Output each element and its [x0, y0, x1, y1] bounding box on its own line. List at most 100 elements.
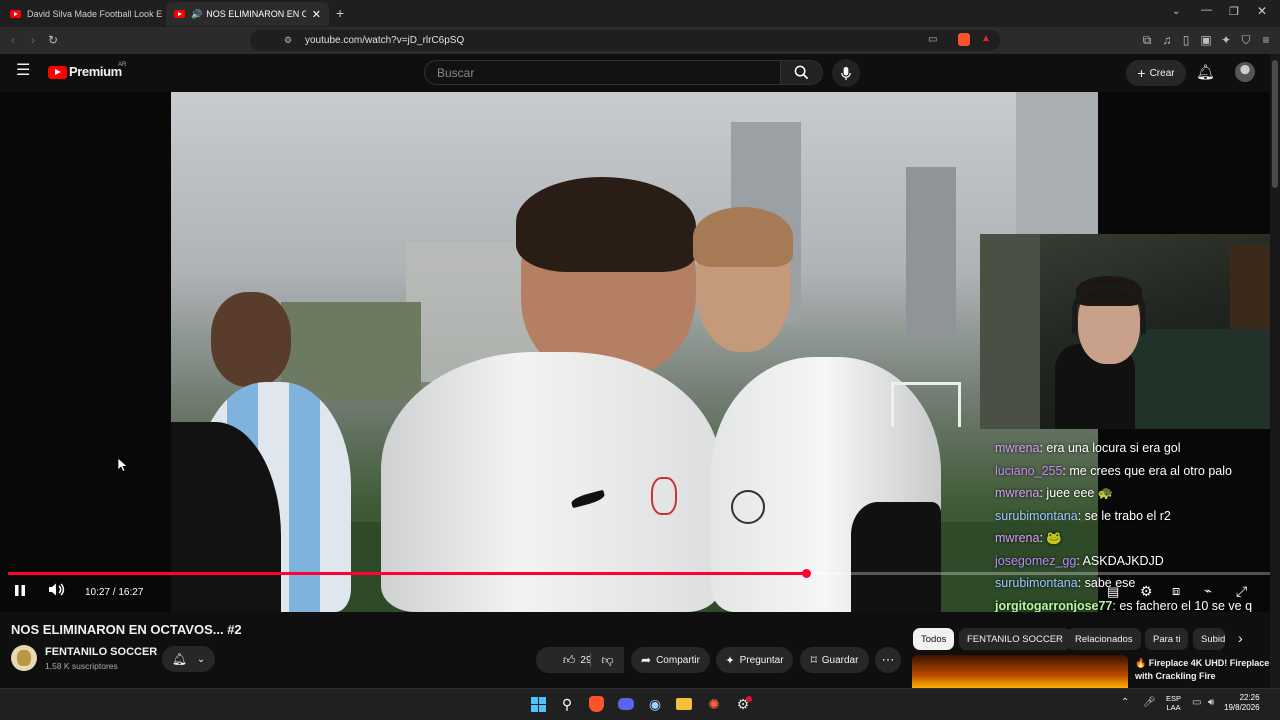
- forward-icon[interactable]: ›: [24, 27, 42, 54]
- steam-icon[interactable]: ◉: [645, 694, 665, 714]
- scrubber-handle[interactable]: [801, 569, 811, 578]
- chat-text: : se le trabo el r2: [1077, 508, 1171, 523]
- share-button[interactable]: ➦ Compartir: [631, 647, 710, 673]
- ask-label: Preguntar: [739, 654, 784, 666]
- chevron-right-icon[interactable]: ›: [1238, 630, 1243, 646]
- close-window-button[interactable]: ✕: [1257, 4, 1267, 18]
- brave-rewards-icon[interactable]: ▲: [981, 33, 991, 44]
- close-tab-icon[interactable]: ✕: [312, 8, 321, 21]
- brave-logo: [588, 696, 604, 712]
- tab-title: David Silva Made Football Look Easy: [27, 9, 162, 19]
- save-button[interactable]: ⌑ Guardar: [800, 647, 869, 673]
- play-triangle-icon: [55, 69, 61, 75]
- file-explorer-icon[interactable]: [674, 694, 694, 714]
- notification-dot: [746, 696, 752, 702]
- more-dots-icon: ⋯: [881, 652, 895, 667]
- volume-tray-icon[interactable]: 🔊︎: [1208, 697, 1214, 708]
- progress-bar[interactable]: [8, 569, 1270, 578]
- subscription-bell-button[interactable]: 🔔︎ ⌄: [162, 646, 215, 672]
- media-icon[interactable]: ♫: [1158, 27, 1176, 54]
- vpn-icon[interactable]: ⛉: [1237, 27, 1255, 54]
- tray-chevron-icon[interactable]: ⌃: [1121, 697, 1129, 708]
- tray-mic-icon[interactable]: 🎤︎: [1143, 697, 1156, 708]
- brave-shield-icon[interactable]: [958, 33, 970, 46]
- new-tab-button[interactable]: +: [336, 5, 344, 21]
- discord-icon[interactable]: [616, 694, 636, 714]
- microphone-icon: [841, 66, 851, 80]
- system-clock[interactable]: 22:26 19/8/2026: [1224, 693, 1260, 713]
- leo-ai-icon[interactable]: ✦: [1217, 27, 1235, 54]
- address-bar[interactable]: youtube.com/watch?v=jD_rlrC6pSQ: [250, 30, 1000, 51]
- hamburger-menu-icon[interactable]: ☰: [16, 63, 30, 79]
- channel-logo: [17, 650, 31, 666]
- search-button[interactable]: [781, 60, 823, 85]
- logo-text[interactable]: Premium: [69, 64, 122, 79]
- menu-icon[interactable]: ≡: [1257, 27, 1275, 54]
- search-taskbar-icon[interactable]: ⚲: [557, 694, 577, 714]
- chip-related[interactable]: Relacionados: [1067, 628, 1141, 650]
- windows-taskbar: [0, 688, 1280, 720]
- language-indicator[interactable]: ESP LAA: [1166, 694, 1181, 712]
- time-display: 10:27 / 16:27: [85, 587, 144, 598]
- channel-avatar[interactable]: [11, 645, 37, 671]
- maximize-button[interactable]: ❐: [1229, 5, 1239, 18]
- video-player[interactable]: mwrena: era una locura si era gol lucian…: [0, 92, 1270, 612]
- browser-tab[interactable]: David Silva Made Football Look Easy: [2, 2, 162, 26]
- chip-for-you[interactable]: Para ti: [1145, 628, 1189, 650]
- thumbs-down-icon: 👎︎: [601, 652, 614, 667]
- volume-button[interactable]: [48, 582, 65, 600]
- notifications-bell-icon[interactable]: 🔔︎: [1196, 63, 1215, 81]
- clock-date: 19/8/2026: [1224, 703, 1260, 712]
- chevron-down-icon: ⌄: [196, 653, 206, 665]
- chip-uploaded[interactable]: Subid: [1193, 628, 1225, 650]
- create-button[interactable]: + Crear: [1126, 60, 1186, 86]
- chip-channel[interactable]: FENTANILO SOCCER: [959, 628, 1071, 650]
- back-icon[interactable]: ‹: [4, 27, 22, 54]
- miniplayer-icon[interactable]: ⧈: [1172, 583, 1180, 599]
- site-info-icon[interactable]: ⚙: [284, 35, 292, 46]
- voice-search-button[interactable]: [832, 59, 860, 87]
- browser-tab-active[interactable]: 🔊 NOS ELIMINARON EN OCTAVOS ✕: [166, 2, 329, 26]
- club-crest: [651, 477, 677, 515]
- tab-list-chevron-icon[interactable]: ⌄: [1172, 6, 1180, 17]
- pause-button[interactable]: [14, 584, 26, 600]
- channel-name[interactable]: FENTANILO SOCCER: [45, 646, 157, 658]
- youtube-logo-icon[interactable]: [48, 66, 67, 79]
- brave-browser-icon[interactable]: [586, 694, 606, 714]
- thumbs-up-icon: 👍︎: [562, 652, 576, 667]
- settings-gear-icon[interactable]: ⚙: [1140, 583, 1153, 600]
- cast-icon[interactable]: ▭: [928, 34, 937, 45]
- chip-todos[interactable]: Todos: [913, 628, 955, 650]
- sparkle-icon: ✦: [725, 654, 735, 667]
- played-bar: [8, 572, 806, 575]
- network-icon[interactable]: ▭: [1192, 697, 1201, 708]
- reload-icon[interactable]: ↻: [44, 27, 62, 54]
- language-code: ESP: [1166, 694, 1182, 703]
- chat-message: mwrena: 🐸: [995, 527, 1270, 550]
- create-label: Crear: [1149, 67, 1175, 79]
- soccer-goal: [891, 382, 961, 427]
- recommended-title[interactable]: 🔥 Fireplace 4K UHD! Fireplace with Crack…: [1135, 657, 1270, 683]
- chat-username: jorgitogarronjose77: [995, 598, 1113, 613]
- cast-icon[interactable]: ⌁: [1204, 583, 1212, 599]
- windows-start-icon[interactable]: [528, 694, 548, 714]
- video-title: NOS ELIMINARON EN OCTAVOS... #2: [11, 622, 242, 637]
- sidebar-icon[interactable]: ▯: [1177, 27, 1195, 54]
- search-input[interactable]: Buscar: [424, 60, 781, 85]
- minimize-button[interactable]: —: [1201, 4, 1212, 16]
- recommended-thumbnail[interactable]: [912, 655, 1128, 688]
- account-avatar[interactable]: [1235, 62, 1255, 82]
- player-hair: [516, 177, 696, 272]
- ask-button[interactable]: ✦ Preguntar: [716, 647, 793, 673]
- streamer-webcam: [980, 234, 1270, 429]
- scrollbar-thumb[interactable]: [1272, 60, 1278, 188]
- app-asterisk-icon[interactable]: ✺: [704, 694, 724, 714]
- dislike-button[interactable]: 👎︎: [591, 647, 624, 673]
- fullscreen-icon[interactable]: ⤢: [1236, 583, 1247, 600]
- wallet-icon[interactable]: ▣: [1197, 27, 1215, 54]
- extensions-icon[interactable]: ⧉: [1138, 27, 1156, 54]
- chat-username: mwrena: [995, 531, 1040, 545]
- subtitles-icon[interactable]: ▤: [1107, 584, 1119, 600]
- more-actions-button[interactable]: ⋯: [875, 647, 901, 673]
- chat-username: josegomez_gg: [995, 553, 1077, 568]
